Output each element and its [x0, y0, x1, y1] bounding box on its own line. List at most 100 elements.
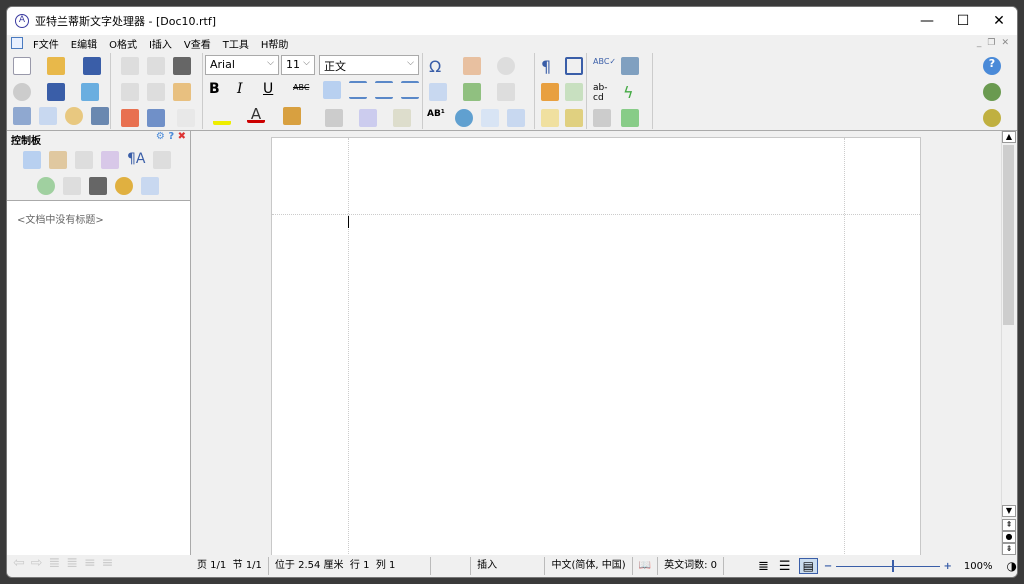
- minimize-button[interactable]: —: [909, 13, 945, 29]
- promote-icon[interactable]: ≣: [48, 555, 66, 571]
- status-insert-mode[interactable]: 插入: [471, 557, 545, 575]
- vertical-scrollbar[interactable]: ▲ ▼ ⇞ ● ⇟: [1001, 131, 1015, 555]
- zoom-level[interactable]: 100%: [964, 561, 993, 572]
- page-break-icon[interactable]: [497, 83, 515, 101]
- help-icon[interactable]: ?: [983, 57, 1001, 75]
- page-view-icon[interactable]: ▤: [799, 558, 818, 574]
- bold-icon[interactable]: B: [209, 81, 227, 99]
- font-select[interactable]: Arial⌵: [205, 55, 279, 75]
- doc-close-button[interactable]: ✕: [1001, 38, 1009, 48]
- spellcheck-book-icon[interactable]: 📖: [633, 557, 658, 575]
- web-view-icon[interactable]: ☰: [779, 559, 791, 574]
- table-icon[interactable]: [507, 109, 525, 127]
- navigator-icon[interactable]: [541, 83, 559, 101]
- bookmark-icon[interactable]: [481, 109, 499, 127]
- show-hide-icon[interactable]: [177, 109, 195, 127]
- insert-file-icon[interactable]: [429, 83, 447, 101]
- back-arrow-icon[interactable]: ⇦: [13, 555, 31, 571]
- normal-view-icon[interactable]: ≣: [758, 559, 769, 574]
- bookmarks-icon[interactable]: [49, 151, 67, 169]
- eraser-icon[interactable]: [121, 109, 139, 127]
- open-folder-icon[interactable]: [47, 57, 65, 75]
- copy-icon[interactable]: [147, 83, 165, 101]
- insert-image-icon[interactable]: [463, 83, 481, 101]
- search-binoculars-icon[interactable]: [89, 177, 107, 195]
- outline-icon[interactable]: [63, 177, 81, 195]
- scroll-down-button[interactable]: ▼: [1002, 505, 1016, 517]
- spellcheck-icon[interactable]: ABC✓: [593, 57, 611, 75]
- paste-icon[interactable]: [173, 83, 191, 101]
- forward-arrow-icon[interactable]: ⇨: [31, 555, 49, 571]
- demote-icon[interactable]: ≣: [66, 555, 84, 571]
- menu-format[interactable]: O格式: [103, 36, 143, 51]
- paragraph-style-select[interactable]: 正文⌵: [319, 55, 419, 75]
- keyboard-icon[interactable]: [593, 109, 611, 127]
- autocorrect-icon[interactable]: ϟ: [623, 83, 641, 101]
- menu-edit[interactable]: E编辑: [65, 36, 103, 51]
- menu-insert[interactable]: I插入: [143, 36, 178, 51]
- clips-icon[interactable]: [141, 177, 159, 195]
- close-button[interactable]: ✕: [981, 13, 1017, 29]
- menu-file[interactable]: F文件: [27, 36, 65, 51]
- cut-icon[interactable]: [121, 83, 139, 101]
- header-icon[interactable]: [541, 109, 559, 127]
- previous-page-button[interactable]: ⇞: [1002, 519, 1016, 531]
- time-clock-icon[interactable]: [497, 57, 515, 75]
- menu-help[interactable]: H帮助: [255, 36, 295, 51]
- numbered-list-icon[interactable]: [359, 109, 377, 127]
- justify-icon[interactable]: [401, 81, 419, 99]
- email-icon[interactable]: [81, 83, 99, 101]
- tools-icon[interactable]: [621, 57, 639, 75]
- page-setup-icon[interactable]: [13, 107, 31, 125]
- hyperlink-globe-icon[interactable]: [455, 109, 473, 127]
- save-as-icon[interactable]: [47, 83, 65, 101]
- symbol-omega-icon[interactable]: Ω: [429, 57, 447, 75]
- pages-icon[interactable]: [75, 151, 93, 169]
- panel-close-icon[interactable]: ✖: [178, 131, 186, 142]
- zoom-find-icon[interactable]: [37, 177, 55, 195]
- menu-view[interactable]: V查看: [178, 36, 217, 51]
- menu-tools[interactable]: T工具: [217, 36, 255, 51]
- headings-icon[interactable]: [23, 151, 41, 169]
- document-page[interactable]: [271, 137, 921, 557]
- settings-gears-icon[interactable]: [983, 109, 1001, 127]
- underline-icon[interactable]: U: [263, 81, 281, 99]
- scroll-thumb[interactable]: [1003, 145, 1014, 325]
- highlight-icon[interactable]: [213, 107, 231, 125]
- find-binoculars-icon[interactable]: [173, 57, 191, 75]
- theme-toggle-icon[interactable]: ◑: [1007, 559, 1017, 573]
- zoom-slider-thumb[interactable]: [892, 560, 894, 572]
- zoom-out-button[interactable]: −: [824, 561, 832, 572]
- options-icon[interactable]: [983, 83, 1001, 101]
- doc-minimize-button[interactable]: _: [977, 38, 982, 48]
- zoom-in-button[interactable]: +: [944, 561, 952, 572]
- save-icon[interactable]: [83, 57, 101, 75]
- move-up-icon[interactable]: ≡: [84, 555, 102, 571]
- panel-settings-icon[interactable]: ⚙: [156, 131, 165, 142]
- align-center-icon[interactable]: [349, 81, 367, 99]
- format-painter-icon[interactable]: [283, 107, 301, 125]
- styles-icon[interactable]: ¶A: [127, 151, 145, 169]
- fullscreen-icon[interactable]: [565, 57, 583, 75]
- select-all-icon[interactable]: [147, 109, 165, 127]
- print-preview-icon[interactable]: [65, 107, 83, 125]
- new-document-icon[interactable]: [13, 57, 31, 75]
- doc-restore-button[interactable]: ❐: [987, 38, 995, 48]
- maximize-button[interactable]: ☐: [945, 13, 981, 29]
- redo-icon[interactable]: [147, 57, 165, 75]
- italic-icon[interactable]: I: [237, 81, 255, 99]
- pilcrow-icon[interactable]: ¶: [541, 57, 559, 75]
- browse-object-button[interactable]: ●: [1002, 531, 1016, 543]
- strikethrough-icon[interactable]: ABC: [293, 83, 315, 101]
- multilevel-list-icon[interactable]: [393, 109, 411, 127]
- align-left-icon[interactable]: [323, 81, 341, 99]
- font-color-icon[interactable]: A: [247, 105, 265, 123]
- scroll-up-button[interactable]: ▲: [1002, 131, 1016, 143]
- panel-help-icon[interactable]: ?: [168, 131, 174, 142]
- align-right-icon[interactable]: [375, 81, 393, 99]
- word-count-icon[interactable]: [621, 109, 639, 127]
- print-icon[interactable]: [91, 107, 109, 125]
- hyphenation-icon[interactable]: ab-cd: [593, 83, 611, 101]
- edit-document-icon[interactable]: [39, 107, 57, 125]
- favorites-star-icon[interactable]: [13, 83, 31, 101]
